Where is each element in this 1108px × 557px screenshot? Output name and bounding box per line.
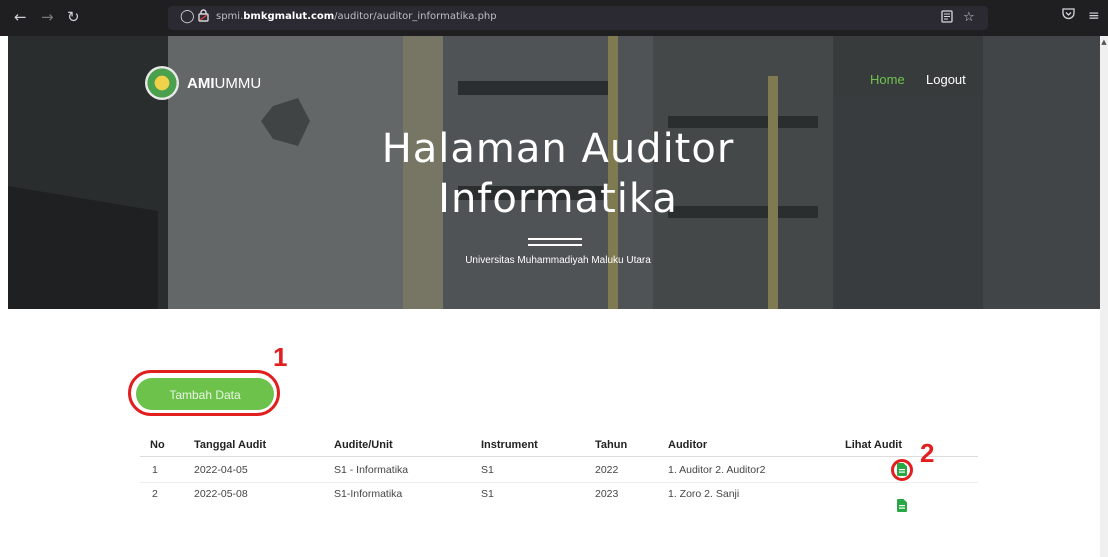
annotation-number-1: 1 <box>273 342 288 372</box>
reader-icon[interactable] <box>941 10 953 27</box>
url-text[interactable]: spmi.bmkgmalut.com/auditor/auditor_infor… <box>216 11 497 22</box>
col-no: No <box>150 439 165 451</box>
divider <box>140 456 978 457</box>
cell-tahun: 2022 <box>595 464 619 476</box>
logo <box>145 66 179 100</box>
reload-icon[interactable]: ↻ <box>67 8 80 26</box>
cell-unit: S1-Informatika <box>334 488 403 500</box>
add-data-button[interactable]: Tambah Data <box>136 378 274 410</box>
shield-icon[interactable]: ◯ <box>180 9 195 24</box>
col-lihat: Lihat Audit <box>845 439 903 451</box>
pocket-icon[interactable] <box>1062 8 1075 24</box>
nav-logout-link[interactable]: Logout <box>926 72 966 87</box>
hero-subtitle: Universitas Muhammadiyah Maluku Utara <box>465 255 651 266</box>
page-title-line1: Halaman Auditor <box>381 126 735 172</box>
nav-home-link[interactable]: Home <box>870 72 905 87</box>
page-title: Halaman Auditor Informatika <box>308 124 808 224</box>
cell-auditor: 1. Zoro 2. Sanji <box>668 488 740 500</box>
browser-toolbar: ← → ↻ ◯ spmi.bmkgmalut.com/auditor/audit… <box>0 0 1108 36</box>
divider <box>528 244 582 246</box>
address-bar[interactable]: ◯ spmi.bmkgmalut.com/auditor/auditor_inf… <box>168 6 988 30</box>
col-tahun: Tahun <box>595 439 628 451</box>
annotation-ring-2 <box>891 459 913 481</box>
page-title-line2: Informatika <box>438 176 678 222</box>
annotation-number-2: 2 <box>920 438 935 468</box>
cell-unit: S1 - Informatika <box>334 464 409 476</box>
view-document-icon[interactable] <box>897 499 907 512</box>
scroll-up-icon[interactable]: ▲ <box>1100 38 1108 46</box>
forward-icon[interactable]: → <box>41 8 54 26</box>
back-icon[interactable]: ← <box>14 8 27 26</box>
cell-auditor: 1. Auditor 2. Auditor2 <box>668 464 766 476</box>
lock-icon[interactable] <box>198 9 209 26</box>
col-unit: Audite/Unit <box>334 439 393 451</box>
col-instrument: Instrument <box>481 439 538 451</box>
table-header: No Tanggal Audit Audite/Unit Instrument … <box>140 434 978 458</box>
cell-instrument: S1 <box>481 488 494 500</box>
col-auditor: Auditor <box>668 439 708 451</box>
col-tanggal: Tanggal Audit <box>194 439 267 451</box>
cell-tanggal: 2022-05-08 <box>194 488 248 500</box>
cell-no: 1 <box>152 464 158 476</box>
hero-banner: AMIUMMU Home Logout Halaman Auditor Info… <box>8 36 1102 309</box>
cell-tahun: 2023 <box>595 488 619 500</box>
star-icon[interactable]: ☆ <box>963 10 975 25</box>
brand-name: AMIUMMU <box>187 75 262 92</box>
table-row: 1 2022-04-05 S1 - Informatika S1 2022 1.… <box>140 458 978 483</box>
cell-tanggal: 2022-04-05 <box>194 464 248 476</box>
menu-icon[interactable]: ≡ <box>1088 8 1100 24</box>
table-row: 2 2022-05-08 S1-Informatika S1 2023 1. Z… <box>140 482 978 512</box>
divider <box>528 238 582 240</box>
cell-instrument: S1 <box>481 464 494 476</box>
cell-no: 2 <box>152 488 158 500</box>
scrollbar[interactable] <box>1100 36 1108 557</box>
